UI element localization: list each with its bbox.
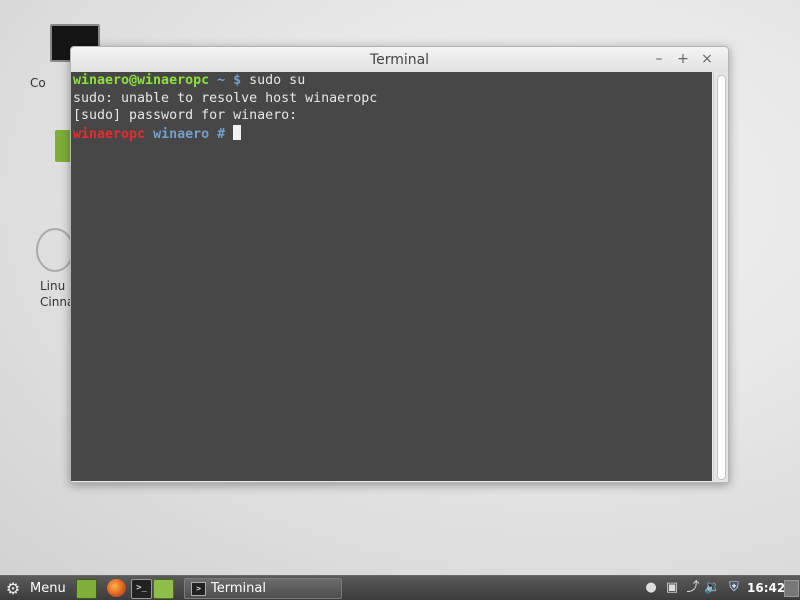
root-prompt-host: winaeropc xyxy=(73,126,146,142)
command-text: sudo su xyxy=(249,73,306,88)
close-button[interactable]: × xyxy=(698,50,716,68)
terminal-icon[interactable]: >_ xyxy=(131,579,152,599)
taskbar-item-label: Terminal xyxy=(211,581,266,596)
show-desktop-button[interactable] xyxy=(784,580,799,597)
terminal-line: winaeropc winaero # xyxy=(71,124,712,143)
readme-icon xyxy=(36,228,74,272)
scrollbar-thumb[interactable] xyxy=(717,75,726,480)
terminal-icon: > xyxy=(191,581,206,596)
prompt-userhost: winaero@winaeropc xyxy=(73,73,210,88)
menu-label: Menu xyxy=(30,580,66,596)
minimize-button[interactable]: – xyxy=(650,50,668,68)
terminal-output[interactable]: winaero@winaeropc ~ $ sudo su sudo: unabl… xyxy=(71,72,712,481)
menu-button[interactable]: ⚙ Menu xyxy=(2,578,68,598)
gear-icon: ⚙ xyxy=(5,578,21,598)
prompt-path: ~ $ xyxy=(217,73,242,88)
terminal-line: winaero@winaeropc ~ $ sudo su xyxy=(71,72,712,90)
taskbar: ⚙ Menu >_ > Terminal ● ▣ ⤴ 🔉 ⛨ 16:42 xyxy=(0,575,800,600)
text-cursor xyxy=(233,124,242,140)
shield-icon[interactable]: ⛨ xyxy=(726,579,742,597)
window-titlebar[interactable]: Terminal – + × xyxy=(71,47,728,72)
firefox-icon[interactable] xyxy=(107,579,126,597)
network-icon[interactable]: ⤴ xyxy=(685,579,701,597)
volume-icon[interactable]: 🔉 xyxy=(704,579,720,597)
desktop: Co Linu Cinna Terminal – + × winaero@win… xyxy=(0,0,800,575)
terminal-window[interactable]: Terminal – + × winaero@winaeropc ~ $ sud… xyxy=(70,46,729,483)
user-icon[interactable]: ● xyxy=(643,579,659,597)
update-manager-icon[interactable]: ▣ xyxy=(664,579,680,597)
maximize-button[interactable]: + xyxy=(674,50,692,68)
window-title: Terminal xyxy=(369,52,430,68)
show-desktop-icon[interactable] xyxy=(76,579,97,599)
root-prompt-path: winaero # xyxy=(153,126,226,142)
terminal-line: sudo: unable to resolve host winaeropc xyxy=(73,90,378,106)
taskbar-item-terminal[interactable]: > Terminal xyxy=(184,578,342,599)
terminal-line: [sudo] password for winaero: xyxy=(73,108,298,123)
scrollbar[interactable] xyxy=(713,72,728,481)
files-icon[interactable] xyxy=(153,579,174,599)
clock[interactable]: 16:42 xyxy=(747,581,785,595)
